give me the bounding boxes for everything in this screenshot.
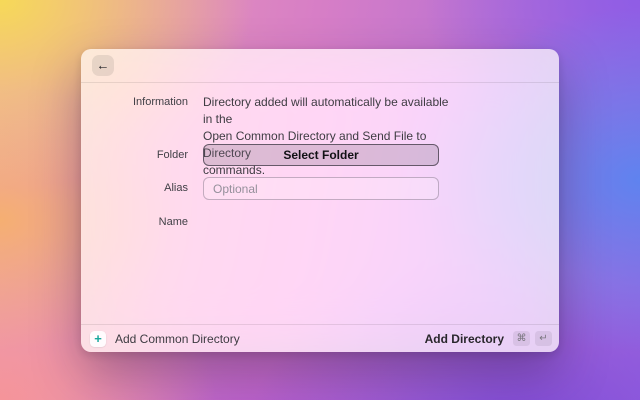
alias-input[interactable] (203, 177, 439, 200)
back-arrow-icon: ← (96, 57, 110, 73)
name-label: Name (158, 216, 188, 228)
back-button[interactable]: ← (92, 55, 114, 76)
information-text: Directory added will automatically be av… (203, 95, 449, 177)
add-common-directory-label: Add Common Directory (115, 331, 240, 346)
folder-label: Folder (156, 149, 188, 161)
information-row: Information Directory added will automat… (81, 94, 559, 179)
folder-row: Folder Select Folder (81, 144, 559, 166)
add-directory-button[interactable]: Add Directory ⌘ ↵ (425, 331, 552, 346)
window-bottom-bar: + Add Common Directory Add Directory ⌘ ↵ (81, 324, 559, 352)
add-common-directory-button[interactable]: + Add Common Directory (90, 330, 240, 347)
return-key-icon: ↵ (535, 331, 552, 346)
command-key-icon: ⌘ (513, 331, 530, 346)
alias-row: Alias (81, 177, 559, 200)
select-folder-button[interactable]: Select Folder (203, 144, 439, 166)
window-toolbar: ← (81, 49, 559, 83)
plus-icon: + (90, 330, 106, 347)
name-row: Name (81, 215, 559, 230)
alias-label: Alias (164, 182, 188, 194)
add-directory-label: Add Directory (424, 331, 504, 346)
information-label: Information (132, 96, 188, 108)
add-directory-window: ← Information Directory added will autom… (81, 49, 559, 352)
